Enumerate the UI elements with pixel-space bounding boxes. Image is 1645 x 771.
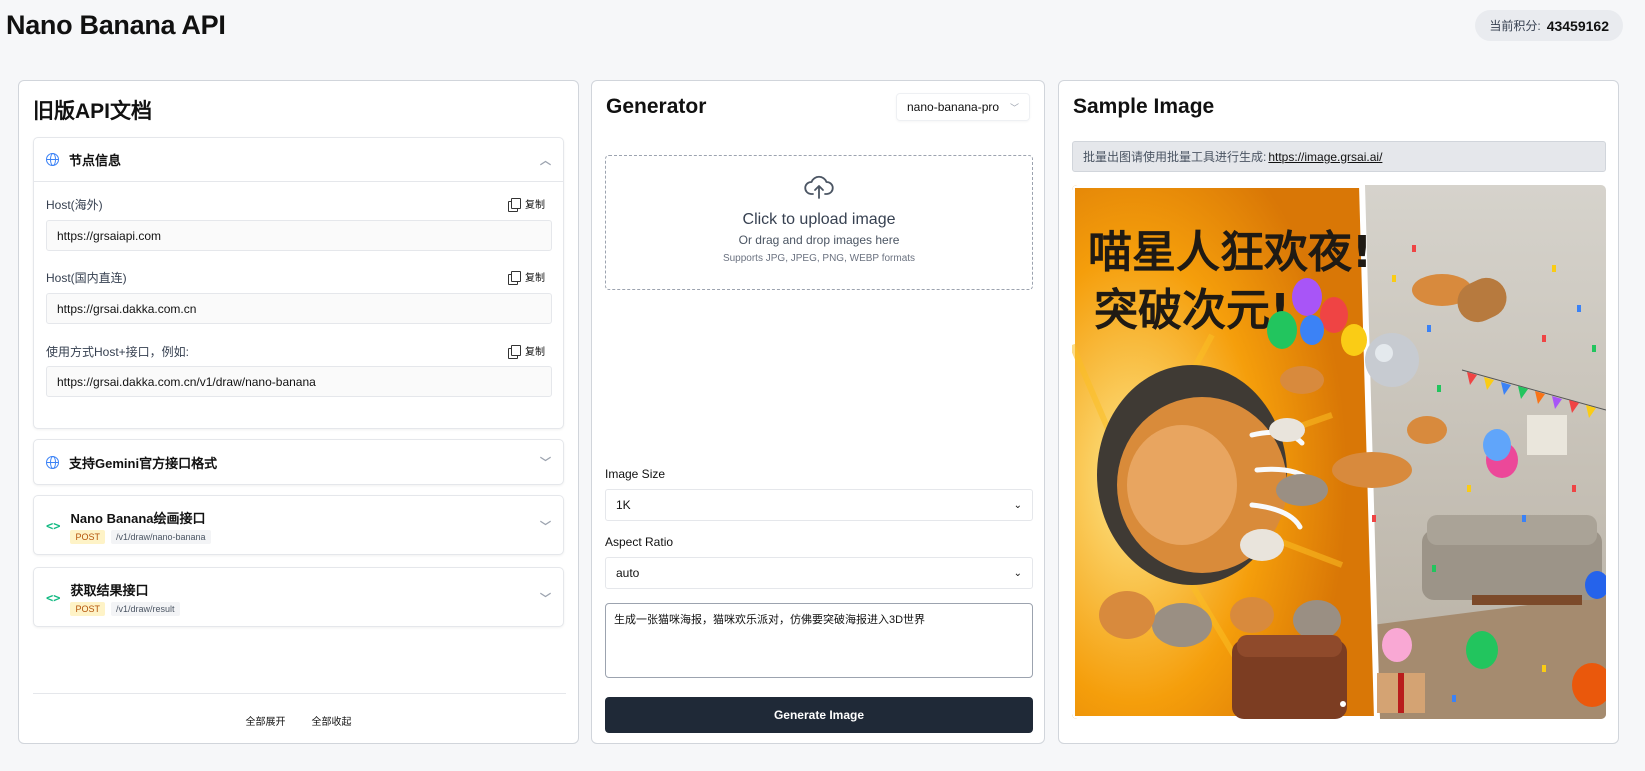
batch-tool-link[interactable]: https://image.grsai.ai/ [1268, 150, 1382, 164]
copy-button[interactable]: 复制 [508, 269, 545, 285]
copy-icon [508, 197, 521, 212]
field-label-host-domestic: Host(国内直连) [46, 271, 127, 285]
endpoint-title: 获取结果接口 [70, 583, 149, 598]
chevron-down-icon: ﹀ [1009, 102, 1019, 113]
generator-panel: Generator nano-banana-pro ﹀ Click to upl… [591, 80, 1045, 744]
endpoint-card-result[interactable]: <> 获取结果接口 POST /v1/draw/result ﹀ [33, 567, 564, 627]
chevron-down-icon: ﹀ [540, 457, 551, 469]
batch-notice-text: 批量出图请使用批量工具进行生成: [1083, 150, 1267, 164]
endpoint-header-draw[interactable]: <> Nano Banana绘画接口 POST /v1/draw/nano-ba… [34, 496, 563, 556]
aspect-ratio-select[interactable]: auto ⌄ [605, 557, 1033, 589]
endpoint-header-result[interactable]: <> 获取结果接口 POST /v1/draw/result ﹀ [34, 568, 563, 628]
model-select[interactable]: nano-banana-pro ﹀ [896, 93, 1030, 121]
endpoint-card-draw[interactable]: <> Nano Banana绘画接口 POST /v1/draw/nano-ba… [33, 495, 564, 555]
node-info-title: 节点信息 [69, 153, 122, 168]
gemini-title: 支持Gemini官方接口格式 [69, 455, 218, 471]
sample-panel: Sample Image 批量出图请使用批量工具进行生成: https://im… [1058, 80, 1619, 744]
host-domestic-field[interactable]: https://grsai.dakka.com.cn [46, 293, 552, 324]
sample-poster-illustration: 喵星人狂欢夜! 突破次元! [1072, 185, 1606, 719]
poster-subheadline: 突破次元! [1094, 285, 1290, 336]
image-size-value: 1K [616, 498, 631, 512]
expand-all-button[interactable]: 全部展开 [246, 713, 286, 728]
usage-example-field[interactable]: https://grsai.dakka.com.cn/v1/draw/nano-… [46, 366, 552, 397]
upload-dropzone[interactable]: Click to upload image Or drag and drop i… [605, 155, 1033, 290]
upload-subtitle: Or drag and drop images here [738, 233, 900, 247]
host-overseas-field[interactable]: https://grsaiapi.com [46, 220, 552, 251]
sample-image: 喵星人狂欢夜! 突破次元! [1072, 185, 1606, 719]
node-info-header[interactable]: 节点信息 ︿ [34, 138, 563, 182]
gemini-header[interactable]: 支持Gemini官方接口格式 ﹀ [34, 440, 563, 484]
cloud-upload-icon [804, 175, 834, 199]
generator-title: Generator [606, 95, 707, 118]
field-label-usage: 使用方式Host+接口，例如: [46, 345, 190, 359]
batch-notice: 批量出图请使用批量工具进行生成: https://image.grsai.ai/ [1072, 141, 1606, 172]
docs-title: 旧版API文档 [33, 100, 153, 123]
prompt-textarea[interactable]: 生成一张猫咪海报，猫咪欢乐派对，仿佛要突破海报进入3D世界 [605, 603, 1033, 678]
chevron-down-icon: ⌄ [1013, 499, 1022, 511]
node-info-card: 节点信息 ︿ Host(海外) 复制 https://grsaiapi.com … [33, 137, 564, 429]
docs-panel: 旧版API文档 节点信息 ︿ Host(海外) 复制 https://grsai… [18, 80, 579, 744]
method-badge: POST [70, 530, 105, 544]
collapse-all-button[interactable]: 全部收起 [312, 713, 352, 728]
sample-title: Sample Image [1073, 95, 1215, 118]
path-badge: /v1/draw/result [110, 602, 180, 616]
code-icon: <> [46, 591, 61, 605]
image-size-label: Image Size [605, 467, 666, 481]
path-badge: /v1/draw/nano-banana [110, 530, 211, 544]
chevron-down-icon: ﹀ [540, 521, 551, 533]
copy-icon [508, 344, 521, 359]
upload-title: Click to upload image [742, 211, 896, 228]
credits-value: 43459162 [1546, 17, 1609, 34]
docs-actions: 全部展开 全部收起 [19, 713, 578, 728]
chevron-down-icon: ﹀ [540, 593, 551, 605]
gemini-card[interactable]: 支持Gemini官方接口格式 ﹀ [33, 439, 564, 485]
method-badge: POST [70, 602, 105, 616]
copy-button[interactable]: 复制 [508, 196, 545, 212]
aspect-ratio-value: auto [616, 566, 640, 580]
copy-icon [508, 270, 521, 285]
chevron-down-icon: ⌄ [1013, 567, 1022, 579]
carousel-dot[interactable] [1340, 701, 1346, 707]
copy-button[interactable]: 复制 [508, 343, 545, 359]
poster-headline: 喵星人狂欢夜! [1088, 227, 1372, 278]
image-size-select[interactable]: 1K ⌄ [605, 489, 1033, 521]
field-label-host-overseas: Host(海外) [46, 198, 103, 212]
code-icon: <> [46, 519, 61, 533]
globe-icon [46, 153, 59, 166]
upload-hint: Supports JPG, JPEG, PNG, WEBP formats [722, 253, 916, 264]
aspect-ratio-label: Aspect Ratio [605, 535, 674, 549]
chevron-up-icon: ︿ [540, 154, 551, 167]
globe-icon [46, 455, 59, 469]
app-title: Nano Banana API [6, 10, 226, 40]
model-select-value: nano-banana-pro [907, 100, 1000, 114]
divider [33, 693, 566, 694]
endpoint-title: Nano Banana绘画接口 [70, 511, 206, 526]
credits-badge: 当前积分: 43459162 [1475, 10, 1623, 41]
generate-image-button[interactable]: Generate Image [605, 697, 1033, 733]
credits-label: 当前积分: [1489, 19, 1541, 33]
